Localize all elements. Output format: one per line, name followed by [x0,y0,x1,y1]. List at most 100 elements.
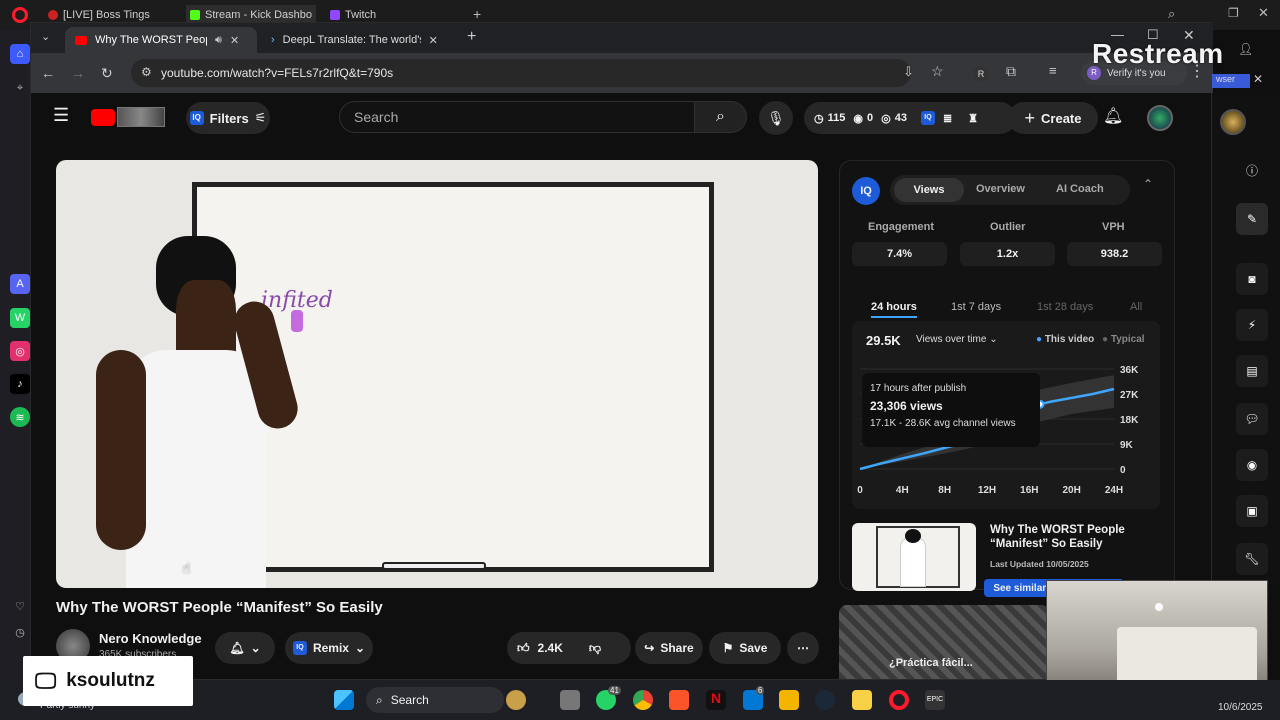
bookmark-star-icon[interactable]: ☆ [931,63,944,80]
tab-ai-coach[interactable]: AI Coach [1056,183,1104,195]
hamburger-menu-icon[interactable]: ☰ [53,105,69,126]
instagram-icon[interactable]: ◎ [10,341,30,361]
dislike-icon[interactable]: 👎︎ [589,641,601,656]
extensions-icon[interactable]: ⧉ [1006,63,1016,80]
chrome-icon[interactable] [633,690,653,710]
iq-logo: IQ [852,177,880,205]
tab-close-icon[interactable]: ✕ [230,34,239,47]
install-icon[interactable]: ⇩ [903,64,914,80]
heart-icon[interactable]: ♡ [10,596,30,616]
create-label: Create [1041,110,1082,126]
address-bar[interactable]: ⚙ youtube.com/watch?v=FELs7r2rlfQ&t=790s… [131,59,944,87]
voice-search-button[interactable]: 🎙︎ [759,101,793,135]
back-icon[interactable]: ← [41,65,55,81]
account-avatar[interactable] [1147,105,1173,131]
netflix-icon[interactable]: N [706,690,726,710]
deepl-favicon: › [271,34,275,46]
spotify-icon[interactable]: ≋ [10,407,30,427]
pin-icon[interactable]: ⌖ [10,78,30,98]
presenter-figure [96,230,386,588]
like-icon[interactable]: 👍︎ [517,641,530,656]
reload-icon[interactable]: ↻ [101,65,113,82]
tab-youtube[interactable]: Why The WORST People "M 🔊︎ ✕ [65,27,257,53]
youtube-logo-icon[interactable] [91,109,115,126]
list-icon[interactable]: ≣ [943,112,952,125]
stat-b: 0 [866,112,874,124]
whatsapp-icon[interactable]: W [10,308,30,328]
notifications-button[interactable]: 🔔︎ ⌄ [215,632,275,664]
channel-name[interactable]: Nero Knowledge [99,631,202,646]
new-tab-icon[interactable]: + [473,6,481,22]
opera-icon[interactable] [12,7,28,23]
start-windows-icon[interactable] [334,690,354,710]
range-24h[interactable]: 24 hours [871,301,917,318]
views-dropdown[interactable]: Views over time ⌄ [916,334,998,345]
task-view-icon[interactable] [560,690,580,710]
streamer-name-card: 🖵︎ ksoulutnz [23,656,193,706]
restore-icon[interactable]: ❐ [1228,6,1239,20]
plus-icon: + [1024,107,1036,128]
more-actions-button[interactable]: ⋯ [787,632,819,664]
search-tabs-icon[interactable]: ⌕ [1168,6,1175,22]
sticky-notes-icon[interactable] [852,690,872,710]
metric-vph: 938.2 [1067,242,1162,266]
legend-label: This video [1044,334,1095,345]
trophy-icon[interactable]: ♜ [968,112,978,125]
iq-badge-icon[interactable]: IQ [920,111,935,125]
tab-views[interactable]: Views [894,178,964,202]
notifications-bell-icon[interactable]: 🔔︎ [1103,106,1123,126]
opera-taskbar-icon[interactable] [889,690,909,710]
notes-icon[interactable]: ▤ [1236,355,1268,387]
range-28d[interactable]: 1st 28 days [1037,301,1093,313]
home-icon[interactable]: ⌂ [10,44,30,64]
like-count[interactable]: 2.4K [538,641,563,655]
taskbar-search[interactable]: ⌕ Search [366,687,504,713]
forward-icon[interactable]: → [71,65,85,81]
edit-pencil-icon[interactable]: ✎ [1236,203,1268,235]
scenes-icon[interactable]: ▣ [1236,495,1268,527]
create-button[interactable]: + Create [1008,102,1098,134]
capture-icon[interactable]: ◙ [1236,263,1268,295]
recommended-video[interactable]: ¿Práctica fácil... [839,605,1049,679]
side-profile-icon[interactable]: 👤︎ [1238,42,1253,56]
save-button[interactable]: ⚑ Save [709,632,781,664]
range-7d[interactable]: 1st 7 days [951,301,1001,313]
wrench-icon[interactable]: 🔧︎ [1236,543,1268,575]
broadcast-icon[interactable]: ◉ [1236,449,1268,481]
share-button[interactable]: ↪ Share [635,632,703,664]
tab-overview[interactable]: Overview [976,183,1025,195]
video-thumbnail[interactable] [852,523,976,591]
site-info-icon[interactable]: ⚙ [141,65,152,79]
studio-avatar[interactable] [1220,109,1246,135]
range-all[interactable]: All [1130,301,1142,313]
new-tab-icon[interactable]: + [467,28,476,46]
search-input[interactable]: Search [339,101,695,133]
collapse-chevron-icon[interactable]: ⌃ [1143,177,1153,191]
audio-icon[interactable]: 🔊︎ [215,34,222,47]
lightning-icon[interactable]: ⚡︎ [1236,309,1268,341]
info-icon[interactable]: ⓘ [1246,162,1258,179]
close-icon[interactable]: ✕ [1258,5,1269,21]
filters-label: Filters [209,110,249,126]
remix-button[interactable]: IQ Remix ⌄ [285,632,373,664]
tab-deepl[interactable]: › DeepL Translate: The world's m ✕ [261,27,453,53]
tiktok-icon[interactable]: ♪ [10,374,30,394]
extension-r-icon[interactable]: R [973,66,989,82]
widgets-icon[interactable] [506,690,526,710]
playlist-icon[interactable]: ≡ [1049,63,1057,78]
tab-close-icon[interactable]: ✕ [429,34,438,47]
sliders-icon: ⚟ [254,110,267,125]
side-panel-close-icon[interactable]: ✕ [1253,72,1263,86]
channel-banner-icon[interactable] [117,107,165,127]
chat-icon[interactable]: 💬︎ [1236,403,1268,435]
history-icon[interactable]: ◷ [10,622,30,642]
tab-search-icon[interactable]: ⌄ [41,30,50,43]
video-player[interactable]: infited ☝︎ [56,160,818,588]
epic-games-icon[interactable]: EPIC [925,690,945,710]
file-explorer-icon[interactable] [779,690,799,710]
search-button[interactable]: ⌕ [695,101,747,133]
app-icon[interactable]: A [10,274,30,294]
filters-button[interactable]: IQ Filters ⚟ [186,102,270,134]
steam-icon[interactable] [815,690,835,710]
brave-icon[interactable] [669,690,689,710]
